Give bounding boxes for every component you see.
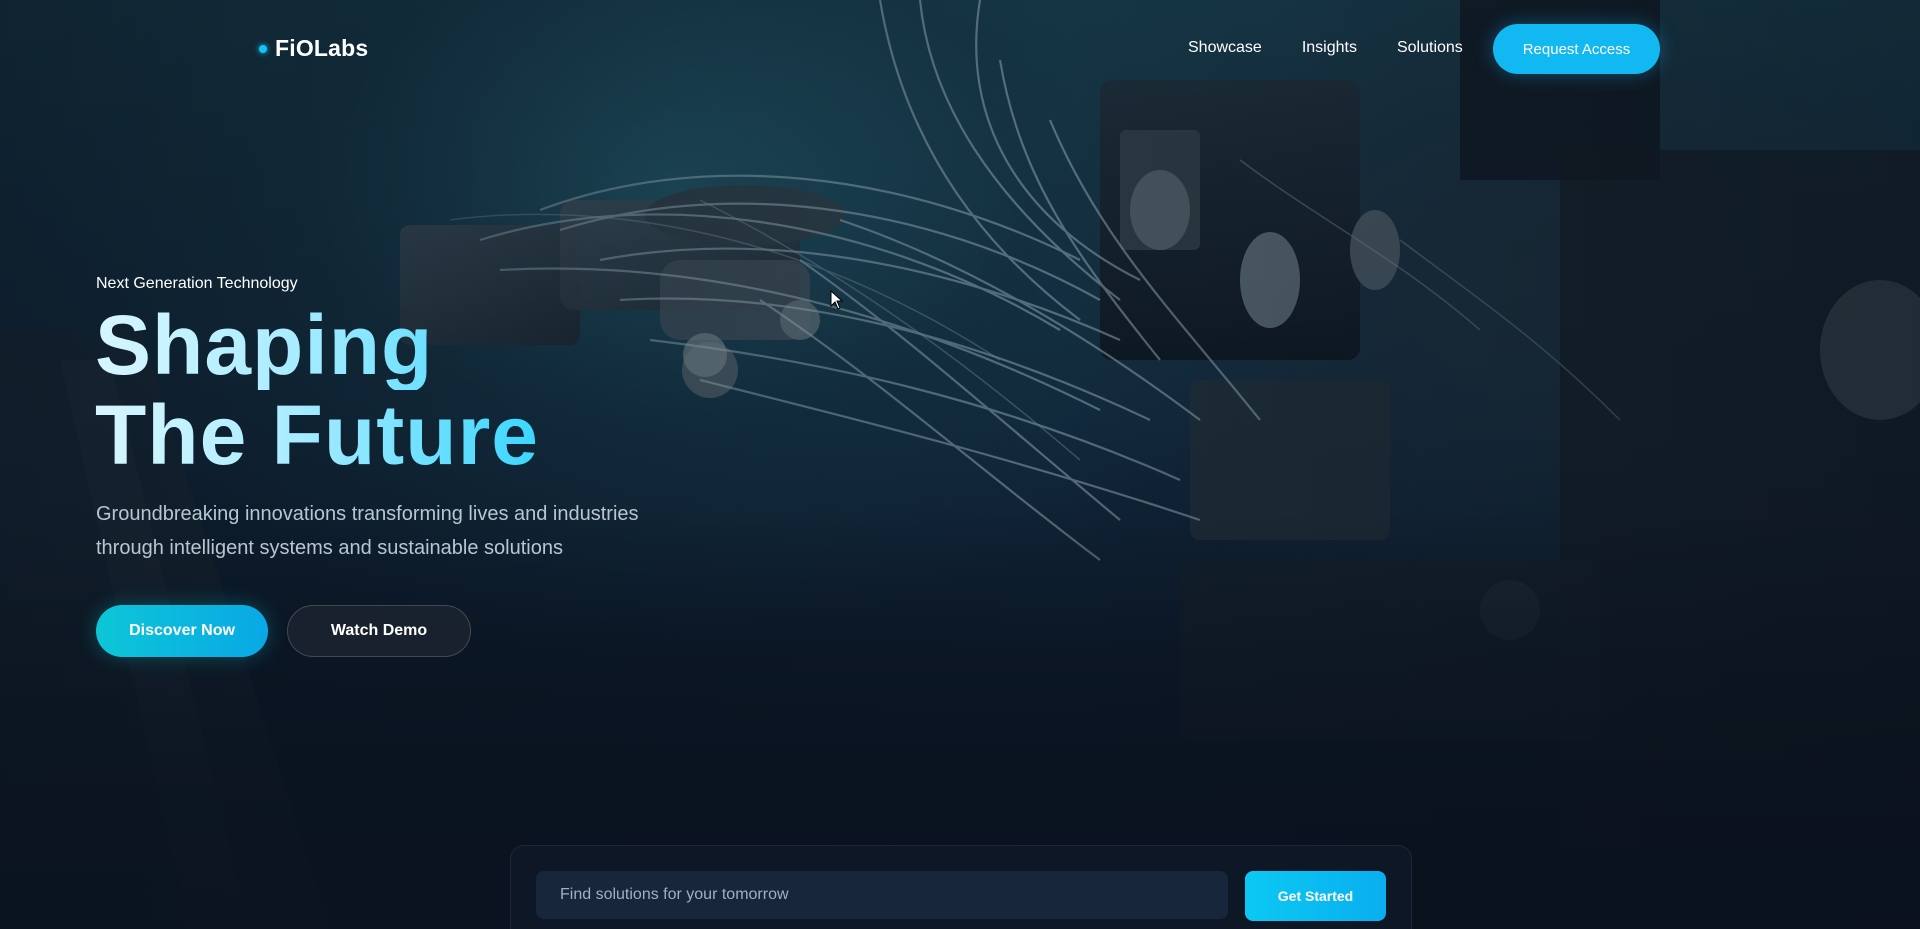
watch-demo-button[interactable]: Watch Demo	[287, 605, 471, 657]
brand-logo[interactable]: FiOLabs	[259, 35, 368, 62]
nav-link-solutions[interactable]: Solutions	[1397, 39, 1463, 57]
nav-links: Showcase Insights Solutions	[1188, 39, 1463, 57]
get-started-button[interactable]: Get Started	[1245, 871, 1386, 921]
mouse-cursor-icon	[830, 290, 844, 310]
search-panel: Get Started	[510, 845, 1412, 929]
nav-link-showcase[interactable]: Showcase	[1188, 39, 1262, 57]
brand-name: FiOLabs	[275, 35, 369, 61]
nav-link-insights[interactable]: Insights	[1302, 39, 1357, 57]
hero-eyebrow: Next Generation Technology	[96, 275, 298, 292]
headline-line-2: The Future	[95, 388, 539, 482]
hero-subtext: Groundbreaking innovations transforming …	[96, 503, 639, 559]
headline-line-1: Shaping	[95, 300, 539, 390]
hero-section: FiOLabs Showcase Insights Solutions Requ…	[0, 0, 1920, 929]
top-navigation: FiOLabs Showcase Insights Solutions Requ…	[0, 0, 1920, 98]
hero-headline: Shaping The Future	[95, 300, 539, 480]
discover-now-button[interactable]: Discover Now	[96, 605, 268, 657]
request-access-button[interactable]: Request Access	[1493, 24, 1660, 74]
logo-dot-icon	[259, 44, 267, 53]
search-input[interactable]	[536, 871, 1228, 919]
